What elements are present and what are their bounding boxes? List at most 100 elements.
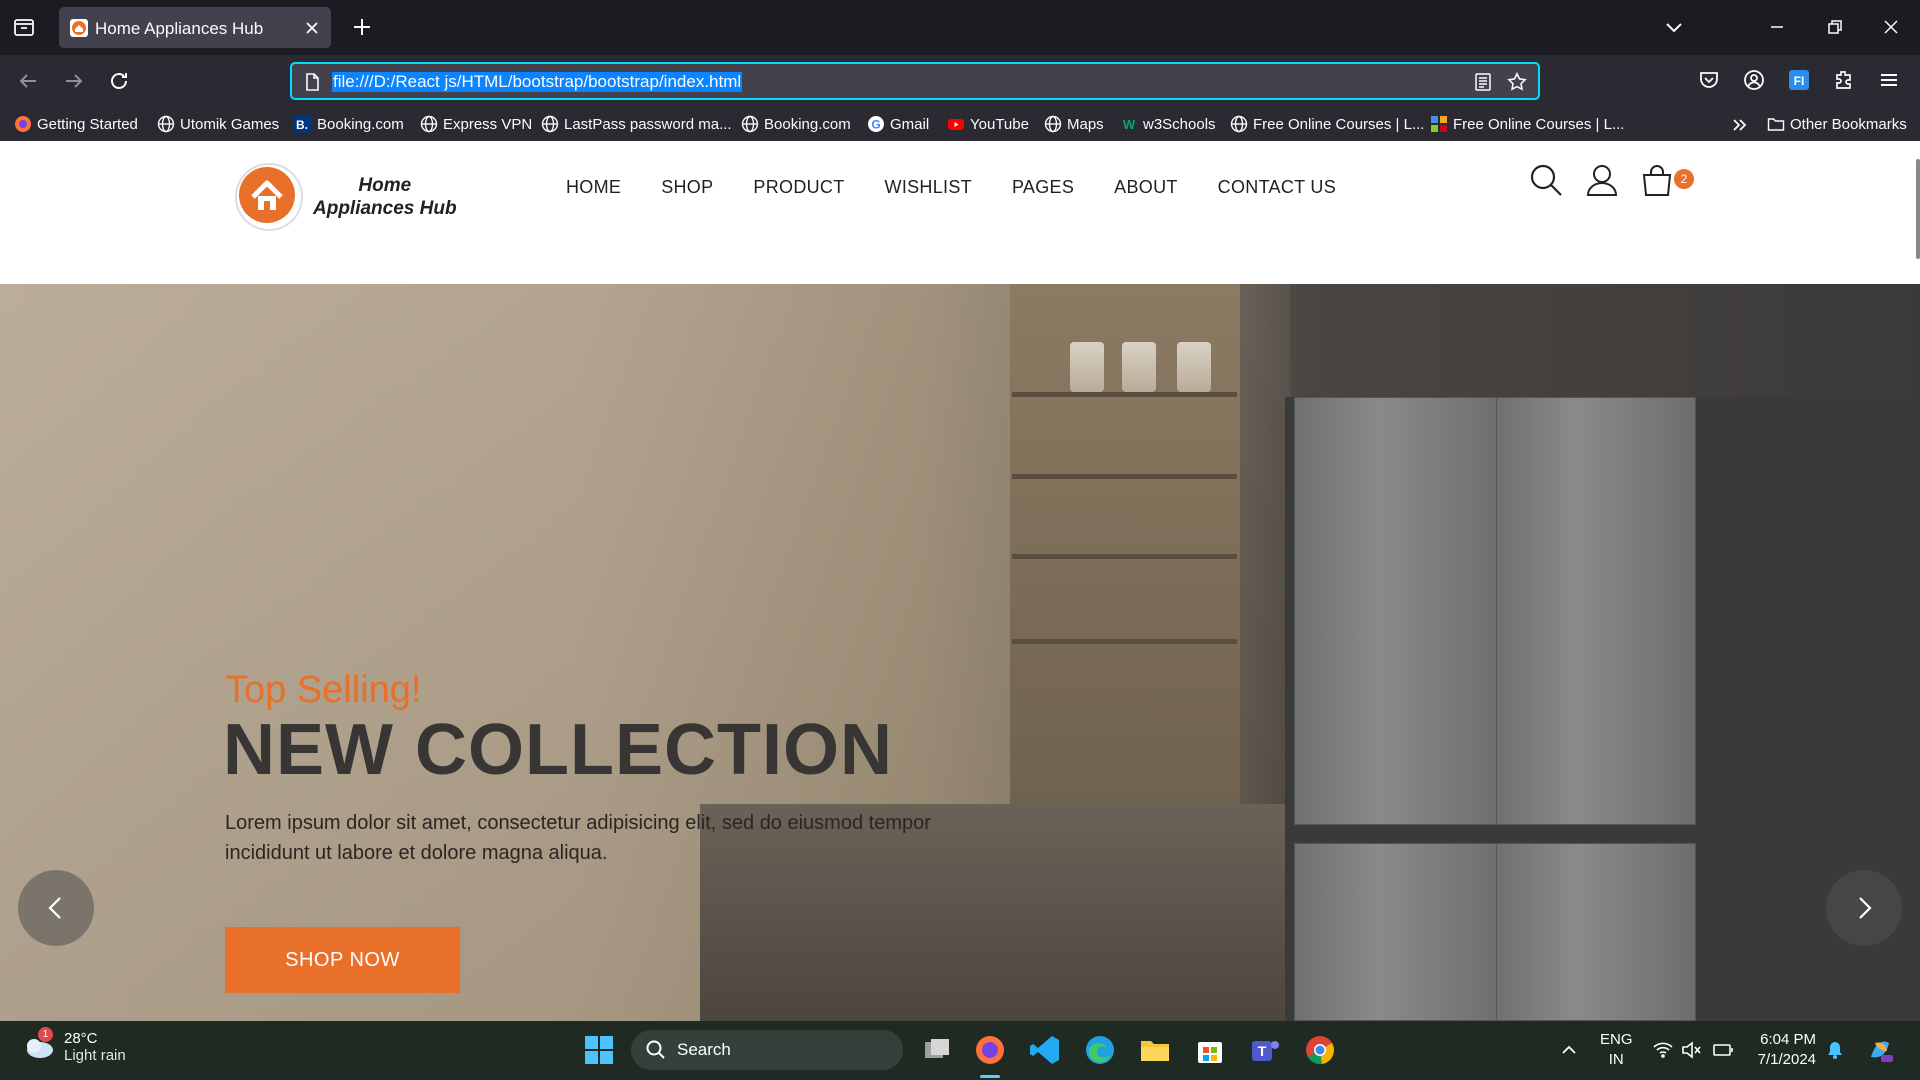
lang-line-1: ENG <box>1600 1031 1633 1048</box>
edge-icon[interactable] <box>1083 1033 1117 1067</box>
svg-text:T: T <box>1258 1043 1267 1059</box>
bookmark-item[interactable]: Free Online Courses | L... <box>1230 115 1424 133</box>
taskbar-search[interactable]: Search <box>631 1030 903 1070</box>
hero-description: Lorem ipsum dolor sit amet, consectetur … <box>225 812 931 864</box>
menu-shop[interactable]: SHOP <box>661 177 713 198</box>
weather-widget[interactable]: 1 28°C Light rain <box>22 1027 126 1064</box>
search-icon[interactable] <box>1529 163 1563 197</box>
reload-icon[interactable] <box>107 69 135 97</box>
menu-contact-us[interactable]: CONTACT US <box>1218 177 1336 198</box>
restore-icon[interactable] <box>1822 15 1848 41</box>
refrigerator-image <box>1285 397 1920 1021</box>
bookmark-item[interactable]: W w3Schools <box>1120 115 1216 133</box>
tab-close-icon[interactable] <box>303 19 321 37</box>
shelf <box>1012 474 1237 479</box>
windows-taskbar: 1 28°C Light rain Search T ENG IN 6:04 P… <box>0 1021 1920 1080</box>
volume-muted-icon[interactable] <box>1680 1039 1702 1061</box>
menu-about[interactable]: ABOUT <box>1114 177 1178 198</box>
bookmark-item[interactable]: B. Booking.com <box>294 115 404 133</box>
bookmark-label: LastPass password ma... <box>564 115 732 133</box>
page-icon <box>302 72 322 92</box>
page-scrollbar[interactable] <box>1916 159 1920 259</box>
bookmark-label: YouTube <box>970 115 1029 133</box>
chevron-double-right-icon[interactable] <box>1730 115 1750 135</box>
user-icon[interactable] <box>1585 163 1619 197</box>
bookmark-item[interactable]: Utomik Games <box>157 115 279 133</box>
site-logo[interactable]: Home Appliances Hub <box>233 161 457 233</box>
copilot-icon[interactable] <box>1865 1035 1895 1065</box>
menu-home[interactable]: HOME <box>566 177 621 198</box>
other-bookmarks[interactable]: Other Bookmarks <box>1767 115 1907 133</box>
chevron-right-icon <box>1859 897 1872 919</box>
chevron-up-icon[interactable] <box>1558 1039 1580 1061</box>
microsoft-store-icon[interactable] <box>1193 1033 1227 1067</box>
bookmark-item[interactable]: LastPass password ma... <box>541 115 732 133</box>
file-explorer-icon[interactable] <box>1138 1033 1172 1067</box>
carousel-prev-button[interactable] <box>18 870 94 946</box>
globe-icon <box>541 115 559 133</box>
system-clock[interactable]: 6:04 PM 7/1/2024 <box>1752 1030 1816 1070</box>
w3schools-icon: W <box>1120 115 1138 133</box>
fridge-door <box>1496 843 1696 1021</box>
reader-view-icon[interactable] <box>1473 72 1493 92</box>
fridge-door <box>1496 397 1696 825</box>
carousel-next-button[interactable] <box>1826 870 1902 946</box>
bookmark-item[interactable]: Booking.com <box>741 115 851 133</box>
wifi-icon[interactable] <box>1652 1039 1674 1061</box>
menu-product[interactable]: PRODUCT <box>753 177 844 198</box>
task-view-icon[interactable] <box>920 1033 954 1067</box>
bookmark-label: Utomik Games <box>180 115 280 133</box>
bookmark-item[interactable]: Free Online Courses | L... <box>1430 115 1624 133</box>
windows-start-icon[interactable] <box>582 1033 616 1067</box>
weather-badge: 1 <box>38 1027 53 1042</box>
notification-bell-icon[interactable] <box>1824 1039 1846 1061</box>
booking-icon: B. <box>294 115 312 133</box>
bookmark-item[interactable]: Getting Started <box>14 115 138 133</box>
language-indicator[interactable]: ENG IN <box>1600 1030 1633 1070</box>
svg-text:G: G <box>871 118 880 132</box>
bookmark-item[interactable]: Maps <box>1044 115 1104 133</box>
battery-icon[interactable] <box>1712 1039 1734 1061</box>
bookmark-item[interactable]: YouTube <box>947 115 1029 133</box>
url-bar[interactable]: file:///D:/React js/HTML/bootstrap/boots… <box>290 62 1540 100</box>
bookmark-label: Gmail <box>890 115 930 133</box>
minimize-icon[interactable] <box>1765 15 1791 41</box>
browser-tab-active[interactable]: Home Appliances Hub <box>59 7 331 48</box>
logo-line-2: Appliances Hub <box>313 198 457 219</box>
shelf <box>1012 392 1237 397</box>
tab-list-icon[interactable] <box>12 15 38 41</box>
chevron-left-icon <box>48 897 61 919</box>
bookmark-item[interactable]: G Gmail <box>867 115 929 133</box>
menu-pages[interactable]: PAGES <box>1012 177 1074 198</box>
menu-wishlist[interactable]: WISHLIST <box>885 177 972 198</box>
bookmark-label: Free Online Courses | L... <box>1253 115 1425 133</box>
forward-icon[interactable] <box>62 69 90 97</box>
pocket-icon[interactable] <box>1697 68 1723 94</box>
clock-time: 6:04 PM <box>1760 1031 1816 1048</box>
shopping-bag-icon[interactable] <box>1640 163 1674 197</box>
shop-now-button[interactable]: SHOP NOW <box>225 927 460 993</box>
fridge-door <box>1294 843 1504 1021</box>
shelf <box>1012 639 1237 644</box>
teams-icon[interactable]: T <box>1248 1033 1282 1067</box>
menu-hamburger-icon[interactable] <box>1877 68 1903 94</box>
vscode-icon[interactable] <box>1028 1033 1062 1067</box>
back-icon[interactable] <box>16 69 44 97</box>
url-text[interactable]: file:///D:/React js/HTML/bootstrap/boots… <box>332 72 743 92</box>
bookmark-label: w3Schools <box>1143 115 1216 133</box>
list-all-tabs-icon[interactable] <box>1662 15 1688 41</box>
extensions-icon[interactable] <box>1832 68 1858 94</box>
firefox-icon[interactable] <box>973 1033 1007 1067</box>
google-icon: G <box>867 115 885 133</box>
bookmarks-bar: Getting Started Utomik Games B. Booking.… <box>0 110 1920 141</box>
bookmark-star-icon[interactable] <box>1506 71 1528 93</box>
close-window-icon[interactable] <box>1879 15 1905 41</box>
cloud-rain-icon: 1 <box>22 1027 56 1064</box>
clock-date: 7/1/2024 <box>1757 1051 1816 1068</box>
bookmark-label: Booking.com <box>317 115 404 133</box>
extension-fi-icon[interactable]: FI <box>1787 68 1813 94</box>
bookmark-item[interactable]: Express VPN <box>420 115 532 133</box>
chrome-icon[interactable] <box>1303 1033 1337 1067</box>
account-icon[interactable] <box>1742 68 1768 94</box>
new-tab-icon[interactable] <box>350 15 374 39</box>
